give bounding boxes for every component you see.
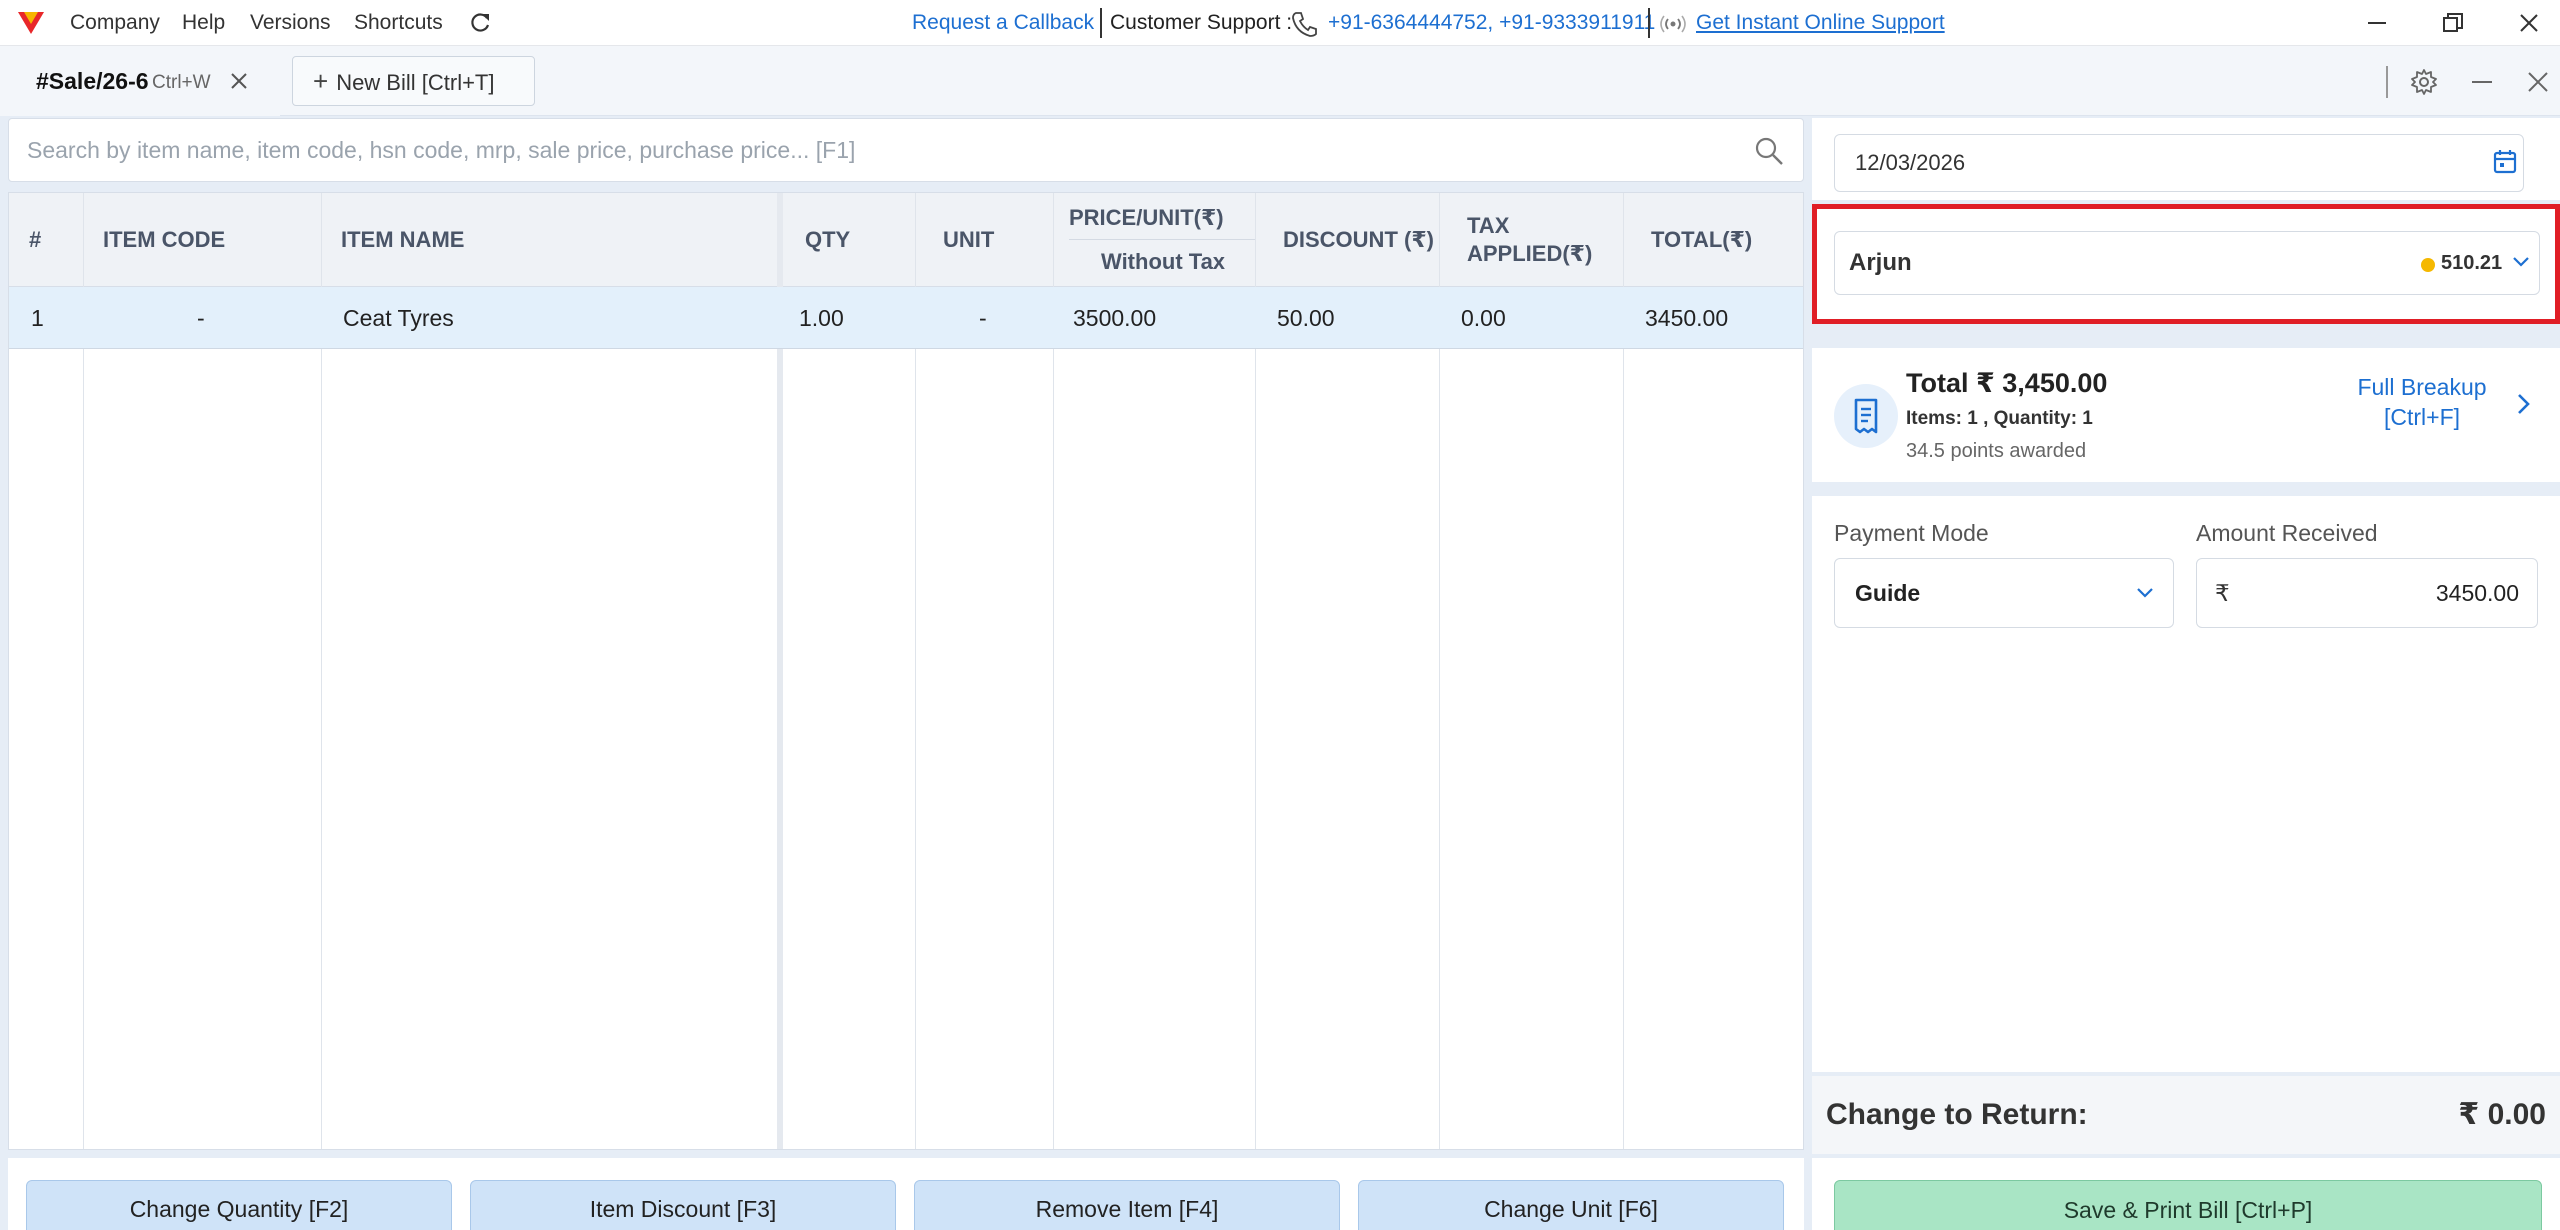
restore-window-icon[interactable]	[2438, 8, 2468, 38]
bill-item-count: Items: 1 , Quantity: 1	[1906, 408, 2093, 429]
col-header-tax: TAX APPLIED(₹)	[1467, 213, 1593, 266]
request-callback-link[interactable]: Request a Callback	[912, 0, 1094, 46]
date-card: 12/03/2026	[1812, 118, 2560, 200]
amount-received-field[interactable]: ₹ 3450.00	[2196, 558, 2538, 628]
item-discount-button[interactable]: Item Discount [F3]	[470, 1180, 896, 1230]
title-bar: Company Help Versions Shortcuts Request …	[0, 0, 2560, 46]
party-selector-highlight: Arjun 510.21	[1812, 204, 2560, 324]
cell-index: 1	[31, 305, 44, 331]
divider	[1648, 8, 1650, 38]
party-select[interactable]: Arjun 510.21	[1834, 231, 2540, 295]
refresh-icon[interactable]	[468, 10, 492, 36]
payment-mode-value: Guide	[1855, 580, 1921, 606]
chevron-right-icon[interactable]	[2512, 390, 2534, 418]
points-awarded: 34.5 points awarded	[1906, 440, 2087, 462]
items-table: # ITEM CODE ITEM NAME QTY UNIT PRICE/UNI…	[8, 192, 1804, 1150]
tab-sale-title: #Sale/26-6	[36, 68, 149, 94]
menu-shortcuts[interactable]: Shortcuts	[354, 0, 443, 46]
amount-received-value: 3450.00	[2435, 580, 2519, 606]
divider	[1100, 8, 1102, 38]
save-area: Save & Print Bill [Ctrl+P]	[1812, 1158, 2560, 1230]
tab-sale[interactable]: #Sale/26-6 Ctrl+W	[0, 46, 280, 116]
phone-icon	[1292, 12, 1317, 37]
cell-unit: -	[979, 305, 987, 331]
amount-received-label: Amount Received	[2196, 520, 2378, 546]
close-icon[interactable]	[2524, 68, 2552, 96]
receipt-icon	[1834, 384, 1898, 448]
change-quantity-button[interactable]: Change Quantity [F2]	[26, 1180, 452, 1230]
new-bill-label: New Bill [Ctrl+T]	[336, 70, 495, 95]
total-card: Total ₹ 3,450.00 Items: 1 , Quantity: 1 …	[1812, 348, 2560, 482]
search-icon[interactable]	[1753, 135, 1785, 167]
tab-bar: #Sale/26-6 Ctrl+W + New Bill [Ctrl+T]	[0, 46, 2560, 116]
cell-tax: 0.00	[1461, 305, 1506, 331]
remove-item-button[interactable]: Remove Item [F4]	[914, 1180, 1340, 1230]
change-to-return: Change to Return: ₹ 0.00	[1812, 1076, 2560, 1154]
menu-versions[interactable]: Versions	[250, 0, 331, 46]
loyalty-coin-icon	[2421, 258, 2435, 272]
table-row[interactable]: 1 - Ceat Tyres 1.00 - 3500.00 50.00 0.00…	[9, 287, 1803, 349]
cell-total: 3450.00	[1645, 305, 1729, 331]
cell-item-name: Ceat Tyres	[343, 305, 454, 331]
app-logo-icon	[18, 12, 44, 34]
item-search-input[interactable]	[27, 133, 1727, 167]
col-header-unit: UNIT	[943, 227, 995, 252]
tab-sale-shortcut: Ctrl+W	[152, 72, 211, 93]
col-header-price-sub: Without Tax	[1101, 249, 1226, 274]
col-header-price: PRICE/UNIT(₹) Without Tax	[1061, 193, 1263, 287]
item-actions-bar: Change Quantity [F2] Item Discount [F3] …	[8, 1158, 1804, 1230]
menu-company[interactable]: Company	[70, 0, 160, 46]
broadcast-icon	[1660, 15, 1686, 33]
col-header-index: #	[29, 227, 42, 252]
item-search-box	[8, 118, 1804, 182]
support-phones[interactable]: +91-6364444752, +91-9333911911	[1328, 0, 1655, 46]
col-header-discount: DISCOUNT (₹)	[1283, 227, 1434, 252]
divider	[2386, 66, 2388, 98]
bill-total: Total ₹ 3,450.00	[1906, 368, 2108, 398]
change-label: Change to Return:	[1826, 1098, 2088, 1131]
payment-mode-select[interactable]: Guide	[1834, 558, 2174, 628]
divider	[1069, 239, 1255, 240]
cell-qty: 1.00	[799, 305, 844, 331]
col-header-total: TOTAL(₹)	[1651, 227, 1753, 252]
chevron-down-icon	[2137, 588, 2153, 598]
cell-price: 3500.00	[1073, 305, 1157, 331]
gear-icon[interactable]	[2410, 68, 2438, 96]
close-tab-icon[interactable]	[226, 68, 252, 94]
col-header-price-label: PRICE/UNIT(₹)	[1069, 205, 1224, 230]
cell-item-code: -	[197, 305, 205, 331]
col-header-item-name: ITEM NAME	[341, 227, 465, 252]
col-header-qty: QTY	[805, 227, 851, 252]
calendar-icon[interactable]	[2492, 148, 2518, 176]
table-header: # ITEM CODE ITEM NAME QTY UNIT PRICE/UNI…	[9, 193, 1803, 287]
online-support-link[interactable]: Get Instant Online Support	[1696, 0, 1945, 46]
menu-help[interactable]: Help	[182, 0, 225, 46]
new-bill-button[interactable]: + New Bill [Ctrl+T]	[292, 56, 535, 106]
support-label: Customer Support :	[1110, 11, 1293, 34]
chevron-down-icon	[2513, 257, 2529, 267]
bill-summary-panel: 12/03/2026 Arjun 510.21 Total ₹ 3,450.00…	[1812, 118, 2560, 1230]
full-breakup-link[interactable]: Full Breakup [Ctrl+F]	[2352, 372, 2492, 432]
currency-symbol: ₹	[2215, 580, 2230, 606]
plus-icon: +	[313, 66, 329, 96]
cell-discount: 50.00	[1277, 305, 1335, 331]
minimize-icon[interactable]	[2468, 68, 2496, 96]
change-value: ₹ 0.00	[2458, 1098, 2546, 1131]
change-unit-button[interactable]: Change Unit [F6]	[1358, 1180, 1784, 1230]
close-window-icon[interactable]	[2514, 8, 2544, 38]
save-print-bill-button[interactable]: Save & Print Bill [Ctrl+P]	[1834, 1180, 2542, 1230]
payment-mode-label: Payment Mode	[1834, 520, 1989, 546]
minimize-window-icon[interactable]	[2362, 8, 2392, 38]
party-name: Arjun	[1849, 249, 1912, 276]
party-points: 510.21	[2441, 252, 2503, 274]
col-header-item-code: ITEM CODE	[103, 227, 226, 252]
bill-date-field[interactable]: 12/03/2026	[1834, 134, 2524, 192]
payment-card: Payment Mode Amount Received Guide ₹ 345…	[1812, 496, 2560, 1072]
